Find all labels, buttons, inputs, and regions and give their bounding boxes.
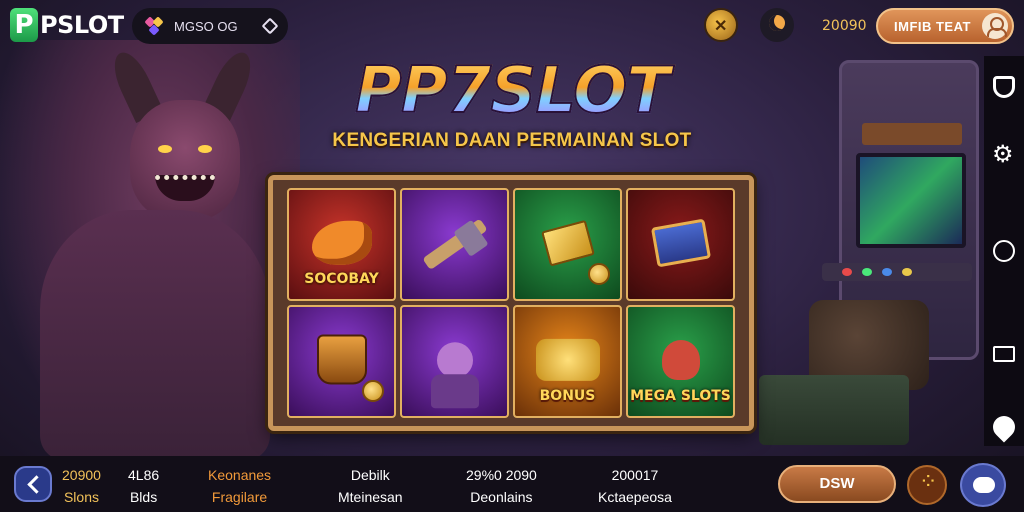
slot-tile-treasure-chest[interactable] — [626, 188, 735, 301]
arcade-screen — [856, 153, 966, 248]
hero-title-block: PP7SLOT KENGERIAN DAAN PERMAINAN SLOT — [0, 53, 1024, 152]
balance-amount: 20090 — [822, 18, 867, 34]
game-selector[interactable]: MGSO OG — [132, 8, 288, 44]
hero-title: PP7SLOT — [0, 53, 1024, 129]
stat-value: Debilk — [350, 467, 390, 483]
chat-icon[interactable] — [960, 463, 1006, 507]
stat-item[interactable]: 20900 Slons — [62, 464, 101, 508]
back-button[interactable] — [14, 466, 52, 502]
hammer-icon — [420, 217, 490, 270]
moon-icon[interactable] — [760, 8, 794, 42]
top-bar: P PSLOT MGSO OG 20090 IMFIB TEAT — [0, 0, 1024, 52]
slot-board: SOCOBAY BONUS MEGA SLOTS — [268, 175, 754, 431]
stat-value: Keonanes — [208, 467, 272, 483]
gold-card-icon — [540, 219, 595, 267]
warrior-icon — [430, 341, 479, 408]
stat-label: Deonlains — [470, 489, 533, 505]
slot-tile-gold-card[interactable] — [513, 188, 622, 301]
arcade-button — [862, 268, 872, 276]
location-pin-icon[interactable] — [988, 411, 1020, 443]
recent-apps-icon[interactable] — [993, 346, 1015, 362]
logo-text: PSLOT — [40, 11, 124, 39]
stat-value: 20900 — [62, 467, 101, 483]
demon-icon — [661, 339, 700, 380]
stat-value: 200017 — [611, 467, 659, 483]
game-selector-label: MGSO OG — [174, 18, 238, 34]
coin-icon — [362, 380, 384, 402]
arcade-button — [882, 268, 892, 276]
potion-pot-icon — [316, 334, 367, 384]
dsw-button[interactable]: DSW — [778, 465, 896, 503]
logo-mark: P — [10, 8, 38, 42]
user-icon — [982, 13, 1008, 39]
stat-item[interactable]: Debilk Mteinesan — [338, 464, 403, 508]
diamond-icon — [261, 17, 279, 35]
stat-item[interactable]: Keonanes Fragilare — [208, 464, 271, 508]
slot-tile-dragon[interactable]: SOCOBAY — [287, 188, 396, 301]
stat-value: 29%0 2090 — [466, 467, 537, 483]
stat-item[interactable]: 4L86 Blds — [128, 464, 159, 508]
stat-label: Slons — [63, 489, 99, 505]
arcade-button — [902, 268, 912, 276]
stat-value: 4L86 — [128, 467, 160, 483]
slot-tile-label: BONUS — [539, 388, 596, 404]
slot-tile-potion-pot[interactable] — [287, 305, 396, 418]
bottom-bar: 20900 Slons 4L86 Blds Keonanes Fragilare Debil… — [0, 456, 1024, 512]
hero-subtitle: KENGERIAN DAAN PERMAINAN SLOT — [332, 130, 692, 151]
slot-tile-label: SOCOBAY — [304, 271, 379, 287]
profile-button[interactable]: IMFIB TEAT — [876, 8, 1014, 44]
stat-label: Blds — [129, 489, 158, 505]
dragon-icon — [311, 220, 372, 265]
slot-tile-label: MEGA SLOTS — [630, 388, 731, 404]
stat-label: Mteinesan — [338, 489, 403, 505]
chips-icon[interactable] — [907, 465, 947, 505]
game-logo-icon — [144, 16, 164, 36]
monster-mouth — [155, 175, 215, 201]
slot-tile-demon[interactable]: MEGA SLOTS — [626, 305, 735, 418]
slot-tile-warrior[interactable] — [400, 305, 509, 418]
stat-item[interactable]: 29%0 2090 Deonlains — [466, 464, 537, 508]
stat-label: Kctaepeosa — [598, 489, 672, 505]
background-crate — [759, 375, 909, 445]
coin-icon — [588, 263, 610, 285]
home-circle-icon[interactable] — [993, 240, 1015, 262]
slot-tile-hammer[interactable] — [400, 188, 509, 301]
stat-label: Fragilare — [211, 489, 268, 505]
gold-bonus-icon — [535, 338, 600, 381]
stat-item[interactable]: 200017 Kctaepeosa — [598, 464, 672, 508]
brand-logo[interactable]: P PSLOT — [10, 8, 124, 42]
treasure-chest-icon — [650, 218, 711, 267]
monster-body — [40, 210, 270, 460]
coin-icon[interactable] — [704, 8, 738, 42]
slot-grid: SOCOBAY BONUS MEGA SLOTS — [287, 188, 735, 418]
arcade-button — [842, 268, 852, 276]
profile-label: IMFIB TEAT — [894, 18, 971, 34]
slot-tile-gold-bonus[interactable]: BONUS — [513, 305, 622, 418]
